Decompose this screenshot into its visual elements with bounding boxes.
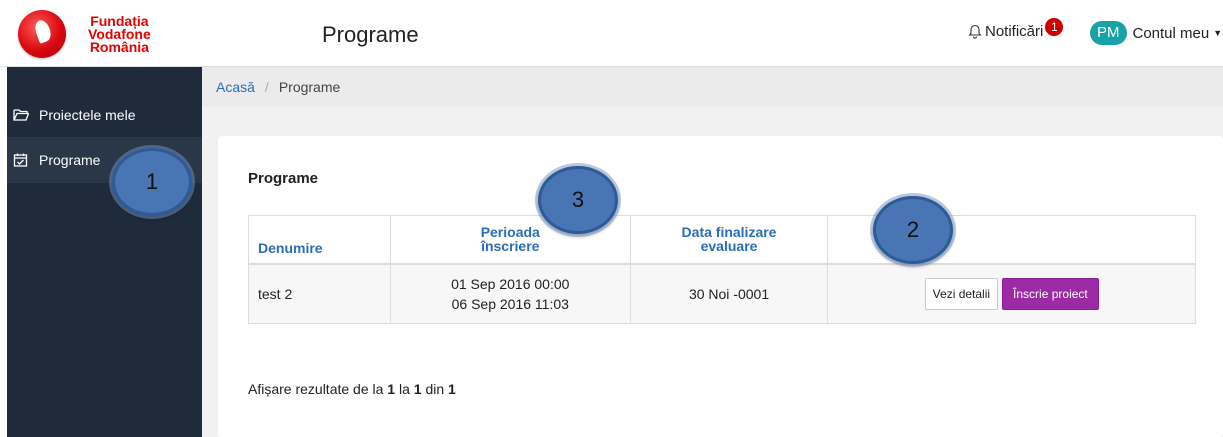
column-header-eval-date[interactable]: Data finalizare evaluare — [630, 215, 829, 265]
sidebar-item-my-projects[interactable]: Proiectele mele — [7, 92, 202, 138]
account-label: Contul meu — [1132, 24, 1210, 42]
programs-table: Denumire Perioada înscriere Data finaliz… — [248, 215, 1196, 324]
sidebar-item-label: Programe — [39, 152, 101, 168]
column-header-label: evaluare — [700, 238, 758, 255]
table-header-row: Denumire Perioada înscriere Data finaliz… — [248, 215, 1196, 265]
top-header: Fundația Vodafone România Programe Notif… — [0, 0, 1223, 67]
breadcrumb-separator: / — [264, 79, 269, 95]
period-start: 01 Sep 2016 00:00 — [451, 275, 570, 292]
cell-name: test 2 — [248, 263, 391, 324]
calendar-check-icon — [13, 153, 28, 167]
column-header-label: înscriere — [481, 238, 540, 255]
cell-actions: Vezi detalii Înscrie proiect — [827, 263, 1196, 324]
results-from: 1 — [387, 381, 396, 397]
breadcrumb: Acasă / Programe — [202, 67, 1223, 107]
avatar: PM — [1090, 21, 1127, 45]
callout-marker-3: 3 — [538, 166, 618, 234]
folder-open-icon — [13, 109, 29, 121]
bell-icon — [968, 24, 982, 39]
cell-period: 01 Sep 2016 00:00 06 Sep 2016 11:03 — [390, 263, 631, 324]
programs-panel: Programe Denumire Perioada înscriere Dat… — [218, 136, 1223, 437]
notifications-label: Notificări — [985, 23, 1044, 40]
view-details-button[interactable]: Vezi detalii — [924, 277, 999, 310]
results-of-word: din — [425, 381, 445, 397]
results-total: 1 — [448, 381, 456, 397]
sidebar: Proiectele mele Programe — [7, 67, 202, 437]
section-title: Programe — [248, 170, 319, 187]
caret-down-icon: ▼ — [1213, 28, 1223, 38]
brand-logo[interactable]: Fundația Vodafone România — [18, 8, 198, 60]
period-end: 06 Sep 2016 11:03 — [451, 295, 569, 312]
column-header-label: Denumire — [258, 239, 323, 256]
page-title: Programe — [322, 22, 419, 47]
brand-line-3: România — [89, 38, 149, 55]
brand-name: Fundația Vodafone România — [88, 14, 151, 55]
notifications-button[interactable]: Notificări 1 — [968, 17, 1064, 40]
cell-eval-date: 30 Noi -0001 — [630, 263, 829, 324]
breadcrumb-current: Programe — [278, 79, 341, 95]
results-prefix: Afișare rezultate de la — [248, 381, 384, 397]
results-summary: Afișare rezultate de la 1 la 1 din 1 — [248, 381, 456, 397]
sidebar-item-label: Proiectele mele — [39, 107, 136, 123]
column-header-name[interactable]: Denumire — [248, 215, 391, 265]
callout-marker-1: 1 — [112, 148, 192, 216]
results-to-word: la — [398, 381, 410, 397]
table-row: test 2 01 Sep 2016 00:00 06 Sep 2016 11:… — [248, 263, 1196, 324]
vodafone-logo-icon — [18, 10, 66, 58]
callout-marker-2: 2 — [873, 196, 953, 264]
results-to: 1 — [413, 381, 422, 397]
notifications-count-badge: 1 — [1045, 17, 1064, 36]
enroll-project-button[interactable]: Înscrie proiect — [1002, 277, 1099, 310]
account-menu[interactable]: PM Contul meu ▼ — [1090, 21, 1222, 45]
breadcrumb-home-link[interactable]: Acasă — [216, 79, 255, 95]
column-header-label: Data finalizare — [681, 224, 777, 241]
